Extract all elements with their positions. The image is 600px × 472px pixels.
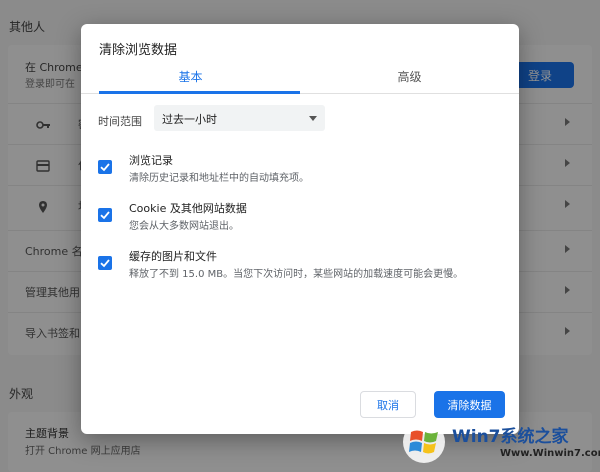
checkmark-icon: [100, 163, 110, 172]
option-description: 您会从大多数网站退出。: [129, 221, 239, 232]
tab-advanced[interactable]: 高级: [300, 68, 519, 94]
option-browsing-history[interactable]: 浏览记录 清除历史记录和地址栏中的自动填充项。: [98, 152, 498, 188]
time-range-value: 过去一小时: [162, 113, 217, 126]
option-title: Cookie 及其他网站数据: [129, 202, 247, 215]
option-cache[interactable]: 缓存的图片和文件 释放了不到 15.0 MB。当您下次访问时，某些网站的加载速度…: [98, 248, 498, 284]
watermark: Win7系统之家 Www.Winwin7.com: [400, 418, 600, 468]
time-range-select[interactable]: 过去一小时: [154, 105, 325, 131]
cache-checkbox[interactable]: [98, 256, 112, 270]
windows-logo-icon: [403, 421, 445, 463]
watermark-url: Www.Winwin7.com: [500, 448, 600, 459]
option-cookies[interactable]: Cookie 及其他网站数据 您会从大多数网站退出。: [98, 200, 498, 236]
active-tab-indicator: [99, 91, 300, 94]
clear-browsing-data-dialog: 清除浏览数据 基本 高级 时间范围 过去一小时 浏览记录 清除历史记录和地址栏中…: [81, 24, 519, 434]
dropdown-arrow-icon: [309, 116, 317, 121]
time-range-label: 时间范围: [98, 115, 142, 128]
option-title: 缓存的图片和文件: [129, 250, 217, 263]
browsing-history-checkbox[interactable]: [98, 160, 112, 174]
clear-data-button[interactable]: 清除数据: [434, 391, 505, 418]
dialog-title: 清除浏览数据: [99, 43, 178, 58]
option-description: 清除历史记录和地址栏中的自动填充项。: [129, 173, 309, 184]
checkmark-icon: [100, 259, 110, 268]
option-title: 浏览记录: [129, 154, 173, 167]
cookies-checkbox[interactable]: [98, 208, 112, 222]
option-description: 释放了不到 15.0 MB。当您下次访问时，某些网站的加载速度可能会更慢。: [129, 269, 464, 280]
checkmark-icon: [100, 211, 110, 220]
cancel-button[interactable]: 取消: [360, 391, 416, 418]
watermark-text: Win7系统之家: [452, 427, 569, 447]
